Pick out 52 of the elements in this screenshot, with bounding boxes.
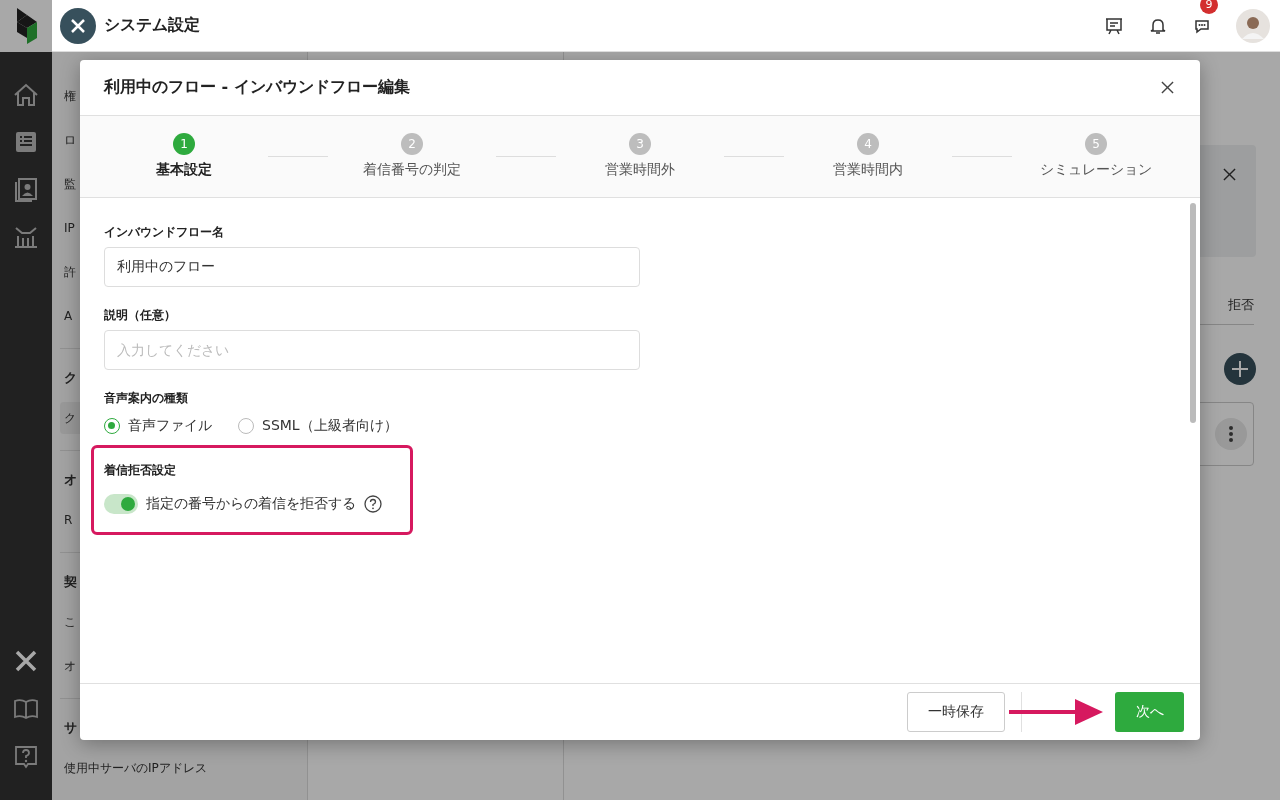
sidebar-item[interactable]: A bbox=[60, 294, 77, 338]
sidebar-heading: オ bbox=[63, 471, 77, 489]
sidebar-item[interactable]: 権 bbox=[60, 74, 80, 118]
help-icon[interactable] bbox=[13, 744, 39, 770]
toggle-switch[interactable] bbox=[104, 494, 138, 514]
presentation-icon[interactable] bbox=[1104, 15, 1124, 36]
sidebar-heading: サ bbox=[63, 719, 77, 737]
step-label: 着信番号の判定 bbox=[363, 161, 461, 179]
home-icon[interactable] bbox=[13, 82, 39, 108]
dialog-title: 利用中のフロー - インバウンドフロー編集 bbox=[104, 77, 410, 98]
sidebar-item[interactable]: 使用中サーバのIPアドレス bbox=[60, 746, 211, 790]
input-field[interactable]: 利用中のフロー bbox=[104, 247, 640, 287]
input-field[interactable]: 入力してください bbox=[104, 330, 640, 370]
add-button[interactable] bbox=[1224, 353, 1256, 385]
radio-label[interactable]: 音声ファイル bbox=[128, 417, 212, 435]
step-number: 2 bbox=[401, 133, 423, 155]
step-number: 3 bbox=[629, 133, 651, 155]
help-icon[interactable] bbox=[364, 495, 382, 513]
book-icon[interactable] bbox=[13, 696, 39, 722]
page-title: システム設定 bbox=[104, 15, 200, 36]
sidebar-item[interactable]: ロ bbox=[60, 118, 80, 162]
sidebar-item[interactable]: R bbox=[60, 498, 77, 542]
logo-icon[interactable] bbox=[15, 8, 37, 44]
sidebar-item[interactable]: オ bbox=[60, 644, 80, 688]
step-label: 基本設定 bbox=[156, 161, 212, 179]
step-number: 1 bbox=[173, 133, 195, 155]
radio-label[interactable]: SSML（上級者向け） bbox=[262, 417, 398, 435]
sidebar-item[interactable]: こ bbox=[60, 600, 80, 644]
notification-badge: 9 bbox=[1200, 0, 1218, 14]
field-label: 説明（任意） bbox=[104, 307, 177, 324]
list-icon[interactable] bbox=[13, 129, 39, 155]
scrollbar[interactable] bbox=[1190, 203, 1196, 423]
sidebar-item[interactable]: 監 bbox=[60, 162, 80, 206]
toggle-label[interactable]: 指定の番号からの着信を拒否する bbox=[146, 495, 356, 513]
step-label: 営業時間外 bbox=[605, 161, 675, 179]
field-label: 音声案内の種類 bbox=[104, 390, 188, 407]
step-number: 5 bbox=[1085, 133, 1107, 155]
step-label: 営業時間内 bbox=[833, 161, 903, 179]
step-number: 4 bbox=[857, 133, 879, 155]
contact-card-icon[interactable] bbox=[13, 176, 39, 202]
field-label: 着信拒否設定 bbox=[104, 462, 177, 479]
sidebar-item[interactable]: IP bbox=[60, 206, 79, 250]
close-icon[interactable] bbox=[1161, 81, 1174, 94]
step-label: シミュレーション bbox=[1040, 161, 1152, 179]
sidebar-heading: 契 bbox=[63, 573, 77, 591]
more-icon[interactable] bbox=[1215, 418, 1247, 450]
field-label: インバウンドフロー名 bbox=[104, 224, 225, 241]
sidebar-heading: ク bbox=[63, 369, 77, 387]
avatar[interactable] bbox=[1236, 8, 1270, 43]
save-draft-button[interactable]: 一時保存 bbox=[907, 692, 1005, 732]
close-icon[interactable] bbox=[1223, 168, 1236, 181]
sidebar-item[interactable]: 許 bbox=[60, 250, 80, 294]
